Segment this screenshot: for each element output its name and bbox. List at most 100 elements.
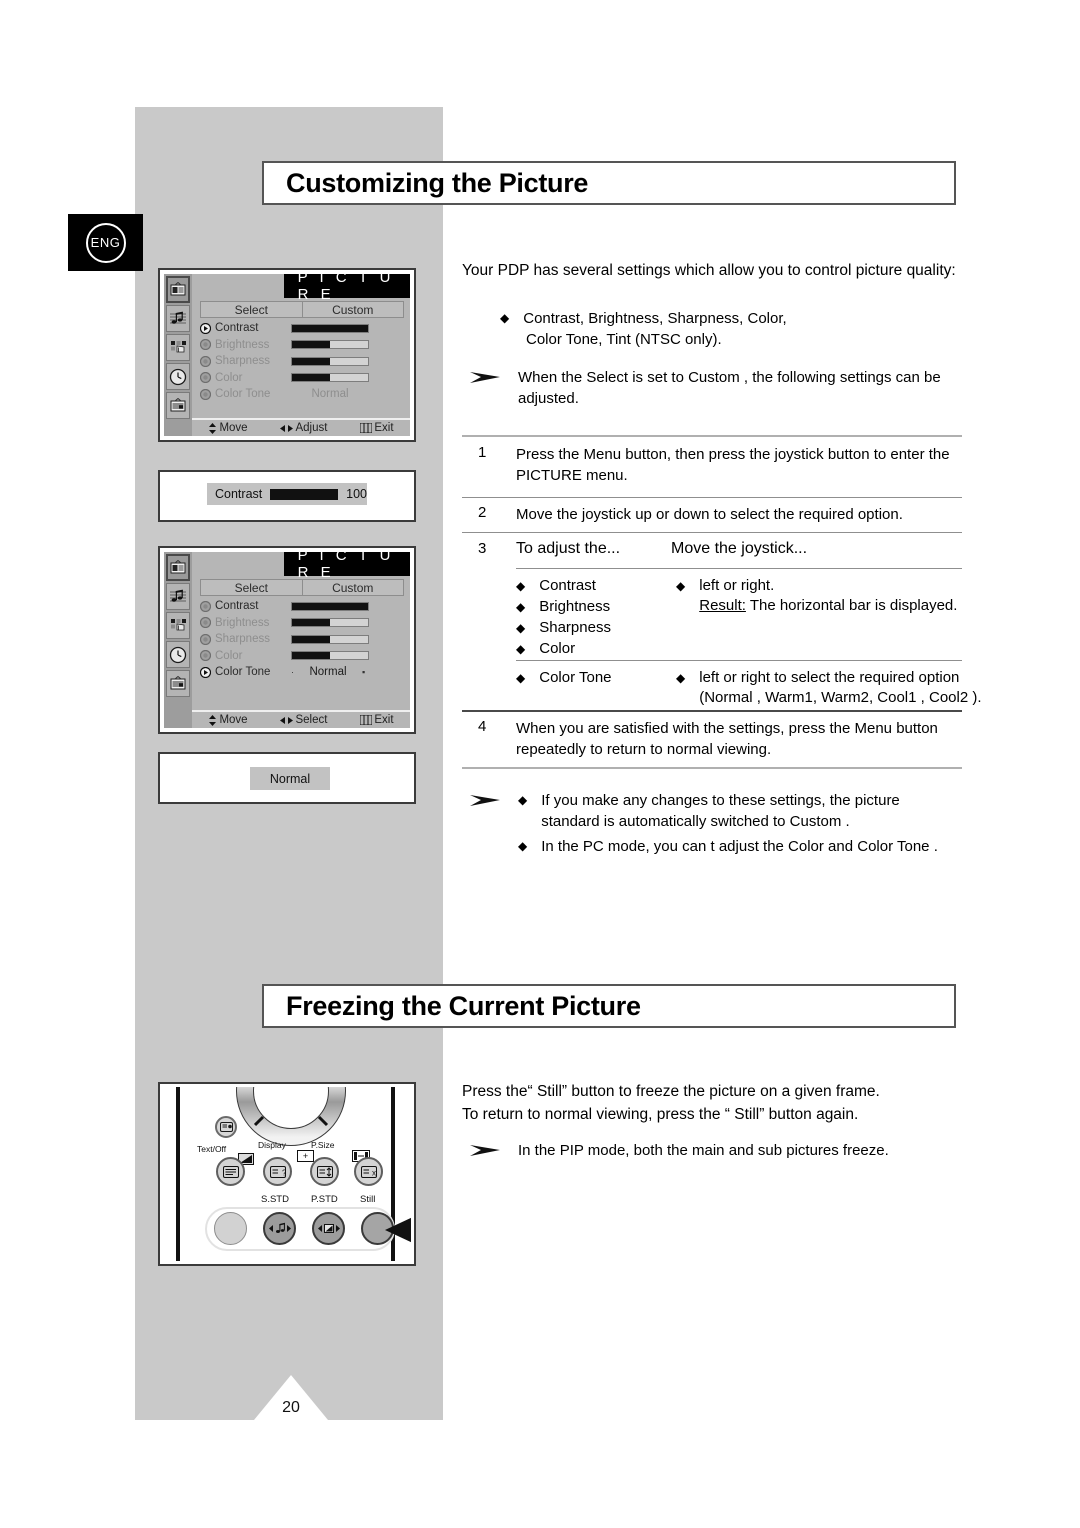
updown-arrow-icon [209,714,217,726]
function-icon[interactable] [166,612,190,639]
osd-row-bar[interactable] [291,601,369,611]
picture-icon[interactable] [166,276,190,303]
divider [462,532,962,533]
step-3-action-1: ◆ left or right. Result: The horizontal … [676,576,957,660]
note-arrow-icon [470,1140,502,1162]
option-contrast: Contrast [539,577,596,594]
osd-header-1: P I C T U R E [192,269,410,303]
osd-row[interactable]: Contrast [200,320,404,337]
osd-row-label: Sharpness [215,355,270,368]
clock-icon[interactable] [166,641,190,668]
osd-row-knob [200,322,211,334]
callout-arrow-icon [385,1217,411,1243]
pip-icon[interactable] [166,670,190,697]
osd-move-hint-2: Move [208,714,248,726]
updown-arrow-icon [209,422,217,434]
result-text: The horizontal bar is displayed. [749,597,958,614]
picture-std-icon [317,1224,340,1233]
osd-row[interactable]: Color [200,370,404,387]
osd-row-bar[interactable] [291,618,369,628]
final-note: ◆ If you make any changes to these setti… [470,790,965,857]
remote-button-source[interactable] [215,1116,237,1138]
diamond-bullet-icon: ◆ [516,579,526,593]
remote-button-exit[interactable]: x [354,1157,383,1186]
psize-icon [316,1165,333,1178]
osd-row-knob [200,600,211,612]
remote-button-blank[interactable] [214,1212,247,1245]
osd-row-label: Color Tone [215,388,271,401]
osd-row-bar[interactable] [291,634,369,644]
svg-text:x: x [372,1168,376,1177]
remote-button-s-std[interactable] [263,1212,296,1245]
intro-bullet-item: ◆ Contrast, Brightness, Sharpness, Color… [500,308,970,329]
step-4: 4 When you are satisfied with the settin… [478,718,968,760]
osd-row-bar[interactable] [291,323,369,333]
remote-button-p-std[interactable] [312,1212,345,1245]
leftright-arrow-icon [280,424,294,432]
language-badge: ENG [68,214,143,271]
osd-row[interactable]: Sharpness [200,353,404,370]
section-title-customizing-text: Customizing the Picture [286,167,589,198]
osd-row-bar[interactable] [291,651,369,661]
osd-title-2: P I C T U R E [283,547,410,581]
clock-icon[interactable] [166,363,190,390]
pip-icon[interactable] [166,392,190,419]
osd-row[interactable]: Brightness [200,337,404,354]
osd-select-row-2[interactable]: Select Custom [200,579,404,596]
osd-content-1: P I C T U R E Select Custom Contrast Brig… [192,269,410,436]
osd-adjust-hint-1: Adjust [280,422,327,434]
osd-select-label-2: Select [201,580,303,595]
source-icon [219,1122,233,1132]
osd-exit-hint-1: Exit [360,422,394,434]
osd-row-knob [200,355,211,367]
picture-icon[interactable] [166,554,190,581]
osd-select-label-1: Select [201,302,303,317]
osd-row-bar[interactable] [291,373,369,383]
sound-icon[interactable] [166,305,190,332]
osd-row[interactable]: Sharpness [200,631,404,648]
osd-footer-1: Move Adjust Exit [192,418,410,436]
final-note-text-2: In the PC mode, you can t adjust the Col… [541,838,938,855]
intro-bullet-text-2: Color Tone, Tint (NTSC only). [526,331,722,348]
svg-text:+: + [303,1151,308,1161]
figure-osd-picture-menu-2: P I C T U R E Select Custom Contrast Brig… [158,546,416,734]
osd-row-bar[interactable] [291,340,369,350]
intro-bullet-list: ◆ Contrast, Brightness, Sharpness, Color… [500,308,970,350]
final-note-item: ◆ If you make any changes to these setti… [518,790,938,832]
selected-knob-icon [200,322,211,334]
knob-icon [200,388,211,400]
osd-sidebar-1 [164,274,192,436]
osd-row[interactable]: Color [200,648,404,665]
exit-icon: x [360,1165,377,1178]
osd-row-label: Contrast [215,322,259,335]
osd-row-bar[interactable] [291,356,369,366]
step-3: 3 To adjust the... Move the joystick... [478,540,807,558]
divider [516,568,962,569]
step-4-number: 4 [478,718,487,735]
osd-select-row-1[interactable]: Select Custom [200,301,404,318]
diamond-bullet-icon: ◆ [676,579,686,593]
osd-panel-2: P I C T U R E Select Custom Contrast Brig… [164,547,410,728]
normal-popup-label: Normal [250,767,330,790]
selected-knob-icon [200,666,211,678]
remote-button-p-size[interactable] [310,1157,339,1186]
function-icon[interactable] [166,334,190,361]
osd-row[interactable]: Color Tone Normal [200,386,404,403]
osd-panel-1: P I C T U R E Select Custom Contrast Brig… [164,269,410,436]
action-text-2-line2: (Normal , Warm1, Warm2, Cool1 , Cool2 ). [699,689,982,706]
remote-button-text-off[interactable] [216,1157,245,1186]
sound-icon[interactable] [166,583,190,610]
contrast-popup-bar[interactable] [270,488,339,500]
remote-button-display[interactable]: ? [263,1157,292,1186]
osd-row[interactable]: Contrast [200,598,404,615]
knob-icon [200,650,211,662]
knob-icon [200,339,211,351]
osd-select-value-2: Custom [332,580,374,595]
osd-row-knob [200,372,211,384]
text-icon [222,1165,239,1178]
osd-header-2: P I C T U R E [192,547,410,581]
step-3-group-2: ◆ Color Tone ◆ left or right to select t… [516,668,982,708]
osd-select-hint-2: Select [280,714,327,726]
osd-row[interactable]: Color Tone · Normal ▪ [200,664,404,681]
osd-row[interactable]: Brightness [200,615,404,632]
